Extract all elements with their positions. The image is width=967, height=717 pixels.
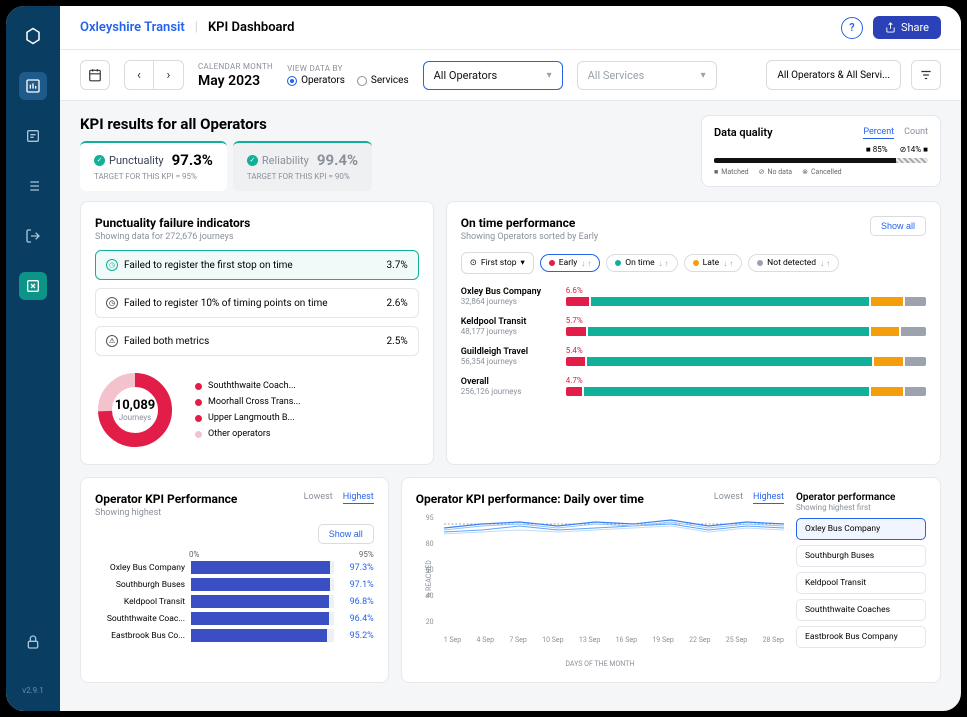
nav-map-icon[interactable]	[19, 272, 47, 300]
sort-pill-not-detected[interactable]: Not detected↓ ↑	[748, 254, 839, 272]
dq-tab-percent[interactable]: Percent	[863, 127, 894, 139]
operator-item[interactable]: Oxley Bus Company	[796, 518, 926, 540]
page-title: KPI Dashboard	[208, 20, 294, 35]
hbar-row: Oxley Bus Company97.3%	[95, 561, 374, 574]
view-label: VIEW DATA BY	[287, 64, 409, 73]
data-quality-panel: Data quality Percent Count ■ 85% ⊘14% ■	[701, 115, 941, 187]
prev-month-button[interactable]: ‹	[124, 60, 154, 90]
first-stop-select[interactable]: ⊙ First stop ▾	[461, 252, 534, 274]
otp-card: On time performance Showing Operators so…	[446, 201, 941, 465]
tab-lowest[interactable]: Lowest	[304, 492, 333, 504]
chevron-down-icon: ▾	[547, 70, 552, 81]
hbar-row: Eastbrook Bus Co...95.2%	[95, 629, 374, 642]
month-value: May 2023	[198, 73, 273, 89]
radio-operators[interactable]: Operators	[287, 75, 345, 86]
show-all-button[interactable]: Show all	[318, 524, 374, 544]
tab-highest[interactable]: Highest	[343, 492, 374, 504]
nav-lock-icon[interactable]	[19, 628, 47, 656]
filter-bar: ‹ › CALENDAR MONTH May 2023 VIEW DATA BY…	[60, 50, 961, 101]
chevron-down-icon: ▾	[701, 70, 706, 81]
nav-list-icon[interactable]	[19, 172, 47, 200]
sidebar: v2.9.1	[6, 6, 60, 711]
services-select[interactable]: All Services▾	[577, 61, 717, 90]
indicator-row[interactable]: ◷Failed to register the first stop on ti…	[95, 250, 419, 280]
share-button[interactable]: Share	[873, 16, 941, 39]
check-icon: ✓	[94, 155, 105, 166]
legend-item: Upper Langmouth B...	[195, 413, 300, 423]
tab-highest[interactable]: Highest	[753, 492, 784, 504]
otp-row: Overall256,126 journeys4.7%	[461, 376, 926, 396]
legend-item: Moorhall Cross Trans...	[195, 397, 300, 407]
indicator-row[interactable]: ⚠Failed both metrics 2.5%	[95, 326, 419, 356]
operator-item[interactable]: Souththwaite Coaches	[796, 599, 926, 621]
operators-select[interactable]: All Operators▾	[423, 61, 563, 90]
topbar: Oxleyshire Transit | KPI Dashboard ? Sha…	[60, 6, 961, 50]
org-name[interactable]: Oxleyshire Transit	[80, 20, 185, 35]
filter-icon[interactable]	[911, 60, 941, 90]
month-label: CALENDAR MONTH	[198, 62, 273, 71]
line-chart: % REACHED 9580604020	[416, 514, 784, 644]
otp-row: Guildleigh Travel56,354 journeys5.4%	[461, 346, 926, 366]
otp-row: Keldpool Transit48,177 journeys5.7%	[461, 316, 926, 336]
clock-icon: ◷	[106, 297, 118, 309]
otp-row: Oxley Bus Company32,864 journeys6.6%	[461, 286, 926, 306]
sort-pill-early[interactable]: Early↓ ↑	[540, 254, 600, 272]
check-icon: ✓	[247, 155, 258, 166]
kpi-title: KPI results for all Operators	[80, 115, 685, 133]
logo-icon[interactable]	[19, 22, 47, 50]
warning-icon: ⚠	[106, 335, 118, 347]
daily-card: Operator KPI performance: Daily over tim…	[401, 477, 941, 683]
breadcrumb-sep: |	[195, 20, 198, 35]
hbar-row: Souththwaite Coac...96.4%	[95, 612, 374, 625]
share-label: Share	[901, 21, 929, 34]
kpi-perf-card: Operator KPI Performance Showing highest…	[80, 477, 389, 683]
indicators-card: Punctuality failure indicators Showing d…	[80, 201, 434, 465]
legend-item: Other operators	[195, 429, 300, 439]
chevron-down-icon: ▾	[521, 258, 525, 268]
tab-lowest[interactable]: Lowest	[714, 492, 743, 504]
nav-logout-icon[interactable]	[19, 222, 47, 250]
help-icon[interactable]: ?	[841, 17, 863, 39]
nav-dashboard-icon[interactable]	[19, 72, 47, 100]
hbar-row: Keldpool Transit96.8%	[95, 595, 374, 608]
indicator-row[interactable]: ◷Failed to register 10% of timing points…	[95, 288, 419, 318]
operator-item[interactable]: Southburgh Buses	[796, 545, 926, 567]
radio-services[interactable]: Services	[357, 75, 409, 86]
nav-reports-icon[interactable]	[19, 122, 47, 150]
clock-icon: ◷	[106, 259, 118, 271]
combined-select[interactable]: All Operators & All Servi...	[766, 60, 901, 90]
show-all-button[interactable]: Show all	[870, 216, 926, 236]
hbar-row: Southburgh Buses97.1%	[95, 578, 374, 591]
dq-tab-count[interactable]: Count	[904, 127, 928, 139]
calendar-button[interactable]	[80, 60, 110, 90]
breadcrumb: Oxleyshire Transit | KPI Dashboard	[80, 20, 294, 35]
tab-reliability[interactable]: ✓Reliability 99.4% TARGET FOR THIS KPI =…	[233, 141, 372, 191]
donut-chart: 10,089 Journeys	[95, 370, 175, 450]
sort-pill-on-time[interactable]: On time↓ ↑	[606, 254, 677, 272]
legend-item: Souththwaite Coach...	[195, 381, 300, 391]
tab-punctuality[interactable]: ✓Punctuality 97.3% TARGET FOR THIS KPI =…	[80, 141, 227, 191]
operator-item[interactable]: Keldpool Transit	[796, 572, 926, 594]
next-month-button[interactable]: ›	[154, 60, 184, 90]
version-label: v2.9.1	[22, 686, 44, 695]
sort-pill-late[interactable]: Late↓ ↑	[684, 254, 742, 272]
operator-item[interactable]: Eastbrook Bus Company	[796, 626, 926, 648]
